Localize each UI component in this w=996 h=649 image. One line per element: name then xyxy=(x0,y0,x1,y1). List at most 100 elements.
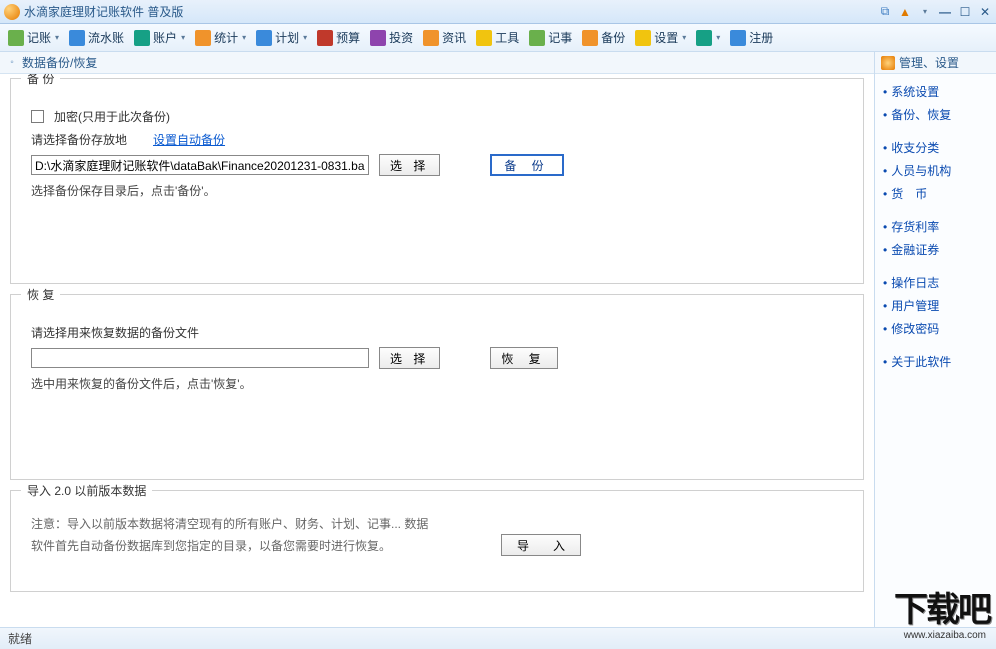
sidebar-link-label: 备份、恢复 xyxy=(891,106,951,123)
sidebar-header: 管理、设置 xyxy=(875,52,996,74)
sidebar-link-label: 人员与机构 xyxy=(891,162,951,179)
toolbar-jishi[interactable]: 记事 xyxy=(525,27,576,48)
toolbar-yusuan[interactable]: 预算 xyxy=(313,27,364,48)
sidebar-link-2-1[interactable]: 金融证券 xyxy=(883,238,988,261)
dropdown-arrow-icon: ▾ xyxy=(303,33,307,42)
toolbar-beifen-icon xyxy=(582,30,598,46)
toolbar-touzi[interactable]: 投资 xyxy=(366,27,417,48)
title-bar: 水滴家庭理财记账软件 普及版 ⧉ ▲ ▾ — ☐ ✕ xyxy=(0,0,996,24)
status-text: 就绪 xyxy=(8,630,32,647)
toolbar-jishi-icon xyxy=(529,30,545,46)
panels-container: 备 份 加密(只用于此次备份) 请选择备份存放地 设置自动备份 选 择 备 份 … xyxy=(0,74,874,627)
minimize-button[interactable]: — xyxy=(938,5,952,19)
toolbar-gongju-icon xyxy=(476,30,492,46)
toolbar-beifen[interactable]: 备份 xyxy=(578,27,629,48)
restore-browse-button[interactable]: 选 择 xyxy=(379,347,440,369)
toolbar-shezhi-label: 设置 xyxy=(654,29,678,46)
sidebar-link-label: 用户管理 xyxy=(891,297,939,314)
toolbar-gongju-label: 工具 xyxy=(495,29,519,46)
dropdown-arrow-icon: ▾ xyxy=(242,33,246,42)
sidebar-link-3-0[interactable]: 操作日志 xyxy=(883,271,988,294)
toolbar-menu[interactable]: ▾ xyxy=(692,28,724,48)
toolbar-jizhang[interactable]: 记账 ▾ xyxy=(4,27,63,48)
backup-browse-button[interactable]: 选 择 xyxy=(379,154,440,176)
backup-panel-title: 备 份 xyxy=(21,74,60,87)
toolbar-jishi-label: 记事 xyxy=(548,29,572,46)
sidebar-link-label: 操作日志 xyxy=(891,274,939,291)
backup-path-label: 请选择备份存放地 xyxy=(31,131,127,148)
auto-backup-link[interactable]: 设置自动备份 xyxy=(153,131,225,148)
toolbar-gongju[interactable]: 工具 xyxy=(472,27,523,48)
dropdown-arrow-icon: ▾ xyxy=(55,33,59,42)
toolbar-zhanghu-label: 账户 xyxy=(153,29,177,46)
toolbar-zixun[interactable]: 资讯 xyxy=(419,27,470,48)
status-bar: 就绪 xyxy=(0,627,996,649)
restore-action-button[interactable]: 恢 复 xyxy=(490,347,557,369)
sidebar-link-0-0[interactable]: 系统设置 xyxy=(883,80,988,103)
sidebar-link-1-0[interactable]: 收支分类 xyxy=(883,136,988,159)
toolbar-touzi-label: 投资 xyxy=(389,29,413,46)
sidebar-link-0-1[interactable]: 备份、恢复 xyxy=(883,103,988,126)
toolbar-zhuce[interactable]: 注册 xyxy=(726,27,777,48)
close-button[interactable]: ✕ xyxy=(978,5,992,19)
window-icon-1[interactable]: ⧉ xyxy=(878,5,892,19)
toolbar-liushui-icon xyxy=(69,30,85,46)
toolbar-shezhi[interactable]: 设置 ▾ xyxy=(631,27,690,48)
backup-action-button[interactable]: 备 份 xyxy=(490,154,563,176)
content-area: ◦ 数据备份/恢复 备 份 加密(只用于此次备份) 请选择备份存放地 设置自动备… xyxy=(0,52,874,627)
toolbar-zhuce-icon xyxy=(730,30,746,46)
sidebar-link-3-2[interactable]: 修改密码 xyxy=(883,317,988,340)
maximize-button[interactable]: ☐ xyxy=(958,5,972,19)
sidebar-body: 系统设置备份、恢复收支分类人员与机构货 币存货利率金融证券操作日志用户管理修改密… xyxy=(875,74,996,389)
sidebar-link-label: 存货利率 xyxy=(891,218,939,235)
sidebar-link-1-1[interactable]: 人员与机构 xyxy=(883,159,988,182)
toolbar-tongji-icon xyxy=(195,30,211,46)
backup-hint: 选择备份保存目录后，点击'备份'。 xyxy=(31,182,843,199)
dropdown-arrow-icon: ▾ xyxy=(181,33,185,42)
sidebar-link-label: 修改密码 xyxy=(891,320,939,337)
collapse-icon[interactable]: ◦ xyxy=(6,57,18,69)
toolbar-jizhang-label: 记账 xyxy=(27,29,51,46)
section-header: ◦ 数据备份/恢复 xyxy=(0,52,874,74)
sidebar-link-4-0[interactable]: 关于此软件 xyxy=(883,350,988,373)
encrypt-checkbox[interactable] xyxy=(31,110,44,123)
toolbar-zhuce-label: 注册 xyxy=(749,29,773,46)
backup-path-input[interactable] xyxy=(31,155,369,175)
toolbar-zixun-label: 资讯 xyxy=(442,29,466,46)
sidebar-link-1-2[interactable]: 货 币 xyxy=(883,182,988,205)
toolbar-jihua[interactable]: 计划 ▾ xyxy=(252,27,311,48)
toolbar-zhanghu[interactable]: 账户 ▾ xyxy=(130,27,189,48)
sidebar-link-label: 收支分类 xyxy=(891,139,939,156)
backup-panel: 备 份 加密(只用于此次备份) 请选择备份存放地 设置自动备份 选 择 备 份 … xyxy=(10,78,864,284)
sidebar-link-label: 关于此软件 xyxy=(891,353,951,370)
dropdown-arrow-icon: ▾ xyxy=(682,33,686,42)
toolbar-liushui[interactable]: 流水账 xyxy=(65,27,128,48)
window-icon-2[interactable]: ▲ xyxy=(898,5,912,19)
toolbar-zixun-icon xyxy=(423,30,439,46)
toolbar-jihua-label: 计划 xyxy=(275,29,299,46)
sidebar: 管理、设置 系统设置备份、恢复收支分类人员与机构货 币存货利率金融证券操作日志用… xyxy=(874,52,996,627)
toolbar-shezhi-icon xyxy=(635,30,651,46)
restore-panel-title: 恢 复 xyxy=(21,286,60,303)
restore-path-input[interactable] xyxy=(31,348,369,368)
sidebar-link-label: 系统设置 xyxy=(891,83,939,100)
restore-panel: 恢 复 请选择用来恢复数据的备份文件 选 择 恢 复 选中用来恢复的备份文件后，… xyxy=(10,294,864,480)
sidebar-link-2-0[interactable]: 存货利率 xyxy=(883,215,988,238)
settings-icon xyxy=(881,56,895,70)
encrypt-label: 加密(只用于此次备份) xyxy=(54,108,170,125)
toolbar-touzi-icon xyxy=(370,30,386,46)
toolbar-liushui-label: 流水账 xyxy=(88,29,124,46)
main-area: ◦ 数据备份/恢复 备 份 加密(只用于此次备份) 请选择备份存放地 设置自动备… xyxy=(0,52,996,627)
toolbar-zhanghu-icon xyxy=(134,30,150,46)
toolbar-menu-icon xyxy=(696,30,712,46)
sidebar-title: 管理、设置 xyxy=(899,54,959,71)
import-action-button[interactable]: 导 入 xyxy=(501,534,581,556)
window-buttons: ⧉ ▲ ▾ — ☐ ✕ xyxy=(878,5,992,19)
toolbar-beifen-label: 备份 xyxy=(601,29,625,46)
sidebar-link-label: 货 币 xyxy=(891,185,927,202)
import-panel-title: 导入 2.0 以前版本数据 xyxy=(21,482,152,499)
toolbar-tongji[interactable]: 统计▾ xyxy=(191,27,250,48)
window-icon-dropdown[interactable]: ▾ xyxy=(918,5,932,19)
toolbar-jihua-icon xyxy=(256,30,272,46)
sidebar-link-3-1[interactable]: 用户管理 xyxy=(883,294,988,317)
